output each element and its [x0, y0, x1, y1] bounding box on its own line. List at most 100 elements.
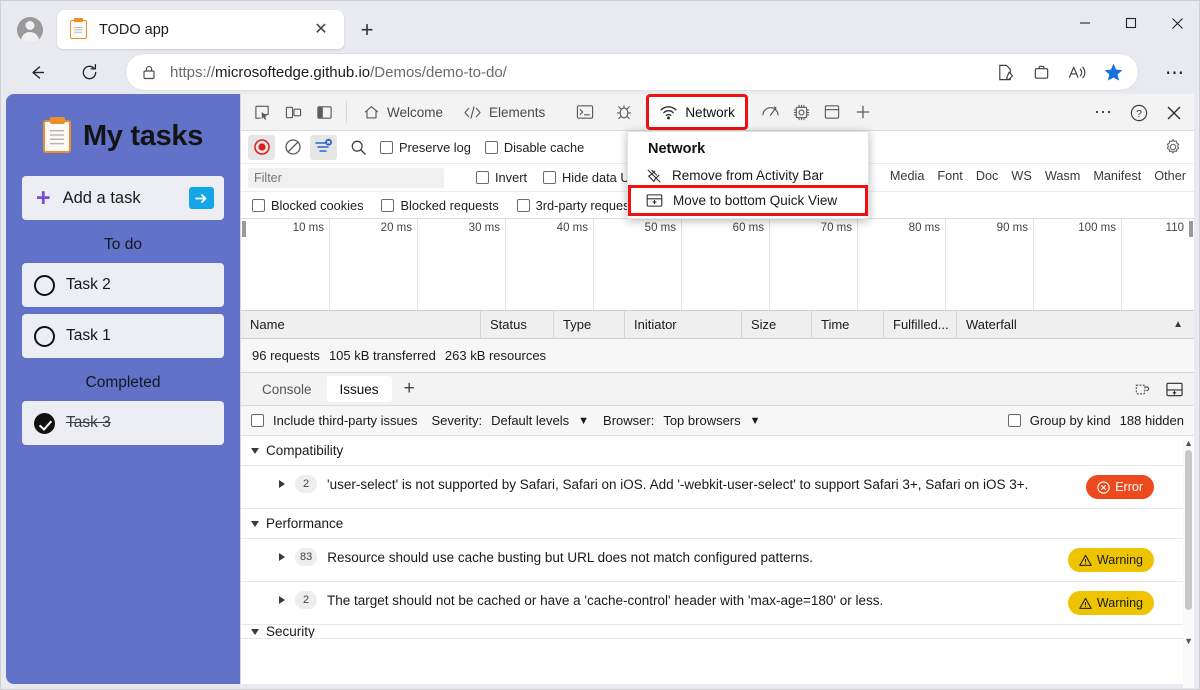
- invert-checkbox[interactable]: Invert: [476, 170, 527, 185]
- issue-item[interactable]: 83 Resource should use cache busting but…: [241, 539, 1194, 582]
- chevron-right-icon[interactable]: [279, 480, 285, 488]
- type-filter-ws[interactable]: WS: [1011, 169, 1031, 183]
- third-party-requests-checkbox[interactable]: 3rd-party requests: [517, 198, 640, 213]
- chevron-down-icon[interactable]: [251, 521, 259, 527]
- filter-input[interactable]: [248, 168, 444, 188]
- console-icon[interactable]: [569, 98, 600, 126]
- browser-menu-button[interactable]: ⋯: [1158, 60, 1192, 86]
- reload-button[interactable]: [72, 55, 106, 89]
- chevron-right-icon[interactable]: [279, 553, 285, 561]
- scrollbar-thumb[interactable]: [1185, 450, 1192, 610]
- device-emulation-icon[interactable]: [278, 98, 309, 126]
- inspect-icon[interactable]: [247, 98, 278, 126]
- profile-button[interactable]: [12, 12, 48, 48]
- column-header-initiator[interactable]: Initiator: [625, 311, 742, 339]
- column-header-time[interactable]: Time: [812, 311, 884, 339]
- chevron-down-icon[interactable]: [251, 629, 259, 635]
- checkbox-checked-icon[interactable]: [34, 413, 55, 434]
- submit-task-button[interactable]: [189, 187, 214, 209]
- context-menu-item-remove-from-activity-bar[interactable]: Remove from Activity Bar: [628, 163, 868, 188]
- timeline-left-handle[interactable]: [242, 221, 246, 237]
- context-menu-item-move-to-bottom-quick-view[interactable]: Move to bottom Quick View: [631, 188, 865, 213]
- read-aloud-icon[interactable]: [988, 56, 1022, 88]
- help-icon[interactable]: ?: [1122, 98, 1155, 128]
- task-item[interactable]: Task 3: [22, 401, 224, 445]
- scroll-down-icon[interactable]: ▼: [1184, 636, 1193, 646]
- column-header-waterfall[interactable]: Waterfall: [957, 311, 1184, 339]
- blocked-cookies-checkbox[interactable]: Blocked cookies: [252, 198, 363, 213]
- sources-icon[interactable]: [608, 98, 639, 126]
- blocked-requests-checkbox[interactable]: Blocked requests: [381, 198, 498, 213]
- clear-icon[interactable]: [279, 135, 306, 160]
- tab-elements[interactable]: Elements: [453, 97, 555, 127]
- tab-issues[interactable]: Issues: [327, 376, 392, 402]
- search-icon[interactable]: [345, 135, 372, 160]
- maximize-icon[interactable]: [1108, 0, 1154, 46]
- memory-icon[interactable]: [786, 98, 817, 126]
- type-filter-wasm[interactable]: Wasm: [1045, 169, 1080, 183]
- include-third-party-checkbox[interactable]: [251, 414, 264, 427]
- browser-tab[interactable]: TODO app ✕: [57, 10, 344, 49]
- checkbox-box[interactable]: [543, 171, 556, 184]
- browser-value[interactable]: Top browsers: [663, 413, 740, 428]
- severity-value[interactable]: Default levels: [491, 413, 569, 428]
- column-header-size[interactable]: Size: [742, 311, 812, 339]
- type-filter-media[interactable]: Media: [890, 169, 925, 183]
- clear-issues-icon[interactable]: [1128, 376, 1156, 402]
- task-item[interactable]: Task 2: [22, 263, 224, 307]
- checkbox-box[interactable]: [476, 171, 489, 184]
- issue-item[interactable]: 2 The target should not be cached or hav…: [241, 582, 1194, 625]
- tab-welcome[interactable]: Welcome: [353, 97, 453, 127]
- performance-icon[interactable]: [755, 98, 786, 126]
- browser-essentials-icon[interactable]: [1060, 56, 1094, 88]
- back-button[interactable]: [20, 55, 54, 89]
- close-icon[interactable]: ✕: [308, 17, 334, 43]
- more-options-icon[interactable]: ⋯: [1087, 98, 1120, 128]
- tab-network[interactable]: Network: [649, 97, 745, 127]
- timeline-right-handle[interactable]: [1189, 221, 1193, 237]
- collections-icon[interactable]: [1024, 56, 1058, 88]
- checkbox-box[interactable]: [381, 199, 394, 212]
- minimize-icon[interactable]: [1062, 0, 1108, 46]
- network-timeline-overview[interactable]: 10 ms 20 ms 30 ms 40 ms 50 ms 60 ms 70 m…: [241, 219, 1194, 311]
- chevron-right-icon[interactable]: [279, 596, 285, 604]
- chevron-down-icon[interactable]: [251, 448, 259, 454]
- checkbox-box[interactable]: [252, 199, 265, 212]
- issue-item[interactable]: 2 'user-select' is not supported by Safa…: [241, 466, 1194, 509]
- add-tab-icon[interactable]: [848, 98, 879, 126]
- checkbox-box[interactable]: [517, 199, 530, 212]
- dock-side-icon[interactable]: [309, 98, 340, 126]
- type-filter-doc[interactable]: Doc: [976, 169, 999, 183]
- column-header-status[interactable]: Status: [481, 311, 554, 339]
- issue-group-performance[interactable]: Performance: [241, 509, 1194, 539]
- task-item[interactable]: Task 1: [22, 314, 224, 358]
- column-header-type[interactable]: Type: [554, 311, 625, 339]
- add-quickview-tab-icon[interactable]: +: [394, 376, 425, 402]
- tab-console[interactable]: Console: [249, 376, 325, 402]
- group-by-kind-checkbox[interactable]: [1008, 414, 1021, 427]
- close-devtools-icon[interactable]: [1157, 98, 1190, 128]
- close-icon[interactable]: [1154, 0, 1200, 46]
- scroll-up-icon[interactable]: ▲: [1184, 438, 1193, 448]
- chevron-down-icon[interactable]: ▼: [750, 415, 761, 427]
- favorites-icon[interactable]: [1096, 56, 1130, 88]
- type-filter-manifest[interactable]: Manifest: [1093, 169, 1141, 183]
- issue-group-compatibility[interactable]: Compatibility: [241, 436, 1194, 466]
- type-filter-font[interactable]: Font: [937, 169, 962, 183]
- column-header-fulfilled[interactable]: Fulfilled...: [884, 311, 957, 339]
- application-icon[interactable]: [817, 98, 848, 126]
- record-icon[interactable]: [248, 135, 275, 160]
- issues-scrollbar[interactable]: ▲ ▼: [1183, 436, 1194, 688]
- add-task-input[interactable]: + Add a task: [22, 176, 224, 220]
- new-tab-button[interactable]: +: [352, 15, 382, 45]
- issue-group-security[interactable]: Security: [241, 625, 1194, 639]
- gear-icon[interactable]: [1160, 135, 1186, 159]
- preserve-log-checkbox[interactable]: Preserve log: [380, 140, 471, 155]
- checkbox-box[interactable]: [485, 141, 498, 154]
- checkbox-circle-icon[interactable]: [34, 275, 55, 296]
- type-filter-other[interactable]: Other: [1154, 169, 1186, 183]
- chevron-down-icon[interactable]: ▼: [578, 415, 589, 427]
- disable-cache-checkbox[interactable]: Disable cache: [485, 140, 584, 155]
- checkbox-circle-icon[interactable]: [34, 326, 55, 347]
- sort-arrow-icon[interactable]: ▲: [1173, 319, 1183, 330]
